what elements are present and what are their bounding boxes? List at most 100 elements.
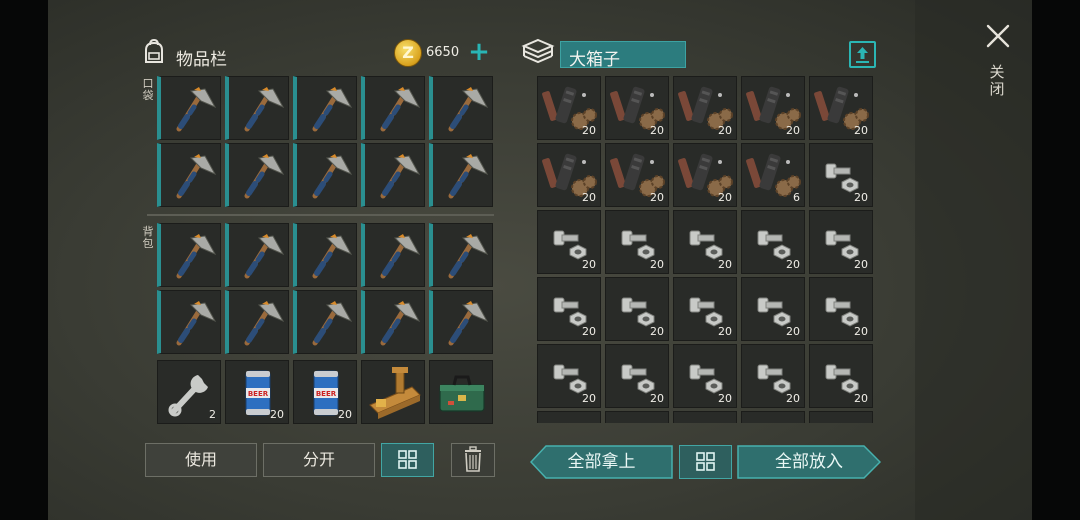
inventory-slot[interactable] <box>225 76 289 140</box>
item-quantity: 20 <box>786 325 800 338</box>
chest-slot[interactable]: 20 <box>741 344 805 408</box>
chest-slot[interactable]: 20 <box>809 344 873 408</box>
chest-slot[interactable]: 20 <box>537 277 601 341</box>
item-quantity: 20 <box>650 124 664 137</box>
inventory-slot[interactable] <box>361 76 425 140</box>
chest-slot-partial[interactable] <box>537 411 601 423</box>
inventory-slot[interactable] <box>157 290 221 354</box>
sort-chest-button[interactable] <box>679 445 732 479</box>
item-quantity: 20 <box>338 408 352 421</box>
inventory-slot[interactable] <box>293 76 357 140</box>
inventory-slot[interactable]: 2 <box>157 360 221 424</box>
item-quantity: 6 <box>793 191 800 204</box>
inventory-slot[interactable]: BEER 20 <box>225 360 289 424</box>
upload-button[interactable] <box>849 41 876 68</box>
item-quantity: 20 <box>718 258 732 271</box>
chest-slot[interactable]: 20 <box>673 344 737 408</box>
chest-slot[interactable]: 20 <box>809 277 873 341</box>
item-quantity: 20 <box>854 392 868 405</box>
chest-slot[interactable]: 20 <box>673 143 737 207</box>
chest-slot[interactable]: 20 <box>605 344 669 408</box>
chest-slot[interactable]: 6 <box>741 143 805 207</box>
crafting-bench-icon <box>369 367 421 419</box>
inventory-slot[interactable] <box>429 290 493 354</box>
inventory-slot[interactable] <box>361 143 425 207</box>
chest-slot[interactable]: 20 <box>605 76 669 140</box>
inventory-slot[interactable] <box>361 223 425 287</box>
inventory-slot[interactable] <box>429 76 493 140</box>
inventory-slot[interactable] <box>293 223 357 287</box>
axe-icon <box>176 234 217 279</box>
chest-slot[interactable]: 20 <box>673 76 737 140</box>
inventory-slot[interactable] <box>157 223 221 287</box>
item-quantity: 2 <box>209 408 216 421</box>
pocket-label: 口袋 <box>142 77 154 102</box>
sort-inventory-button[interactable] <box>381 443 434 477</box>
grid-icon <box>398 450 417 469</box>
axe-icon <box>244 234 285 279</box>
axe-icon <box>176 154 217 199</box>
coin-icon: Z <box>394 39 422 67</box>
item-quantity: 20 <box>650 392 664 405</box>
chest-slot[interactable]: 20 <box>537 76 601 140</box>
chest-slot-partial[interactable] <box>741 411 805 423</box>
chest-slot-partial[interactable] <box>673 411 737 423</box>
inventory-slot[interactable] <box>293 290 357 354</box>
inventory-slot[interactable] <box>361 290 425 354</box>
inventory-slot[interactable] <box>429 360 493 424</box>
item-quantity: 20 <box>718 325 732 338</box>
put-all-button[interactable]: 全部放入 <box>737 445 881 479</box>
item-quantity: 20 <box>650 258 664 271</box>
inventory-slot[interactable] <box>157 143 221 207</box>
close-icon[interactable] <box>984 22 1012 50</box>
item-quantity: 20 <box>786 258 800 271</box>
inventory-slot[interactable]: BEER 20 <box>293 360 357 424</box>
svg-text:BEER: BEER <box>248 390 269 398</box>
chest-slot[interactable]: 20 <box>741 76 805 140</box>
chest-slot[interactable]: 20 <box>673 277 737 341</box>
item-quantity: 20 <box>650 325 664 338</box>
take-all-button[interactable]: 全部拿上 <box>530 445 673 479</box>
chest-slot[interactable]: 20 <box>741 277 805 341</box>
chest-slot[interactable]: 20 <box>673 210 737 274</box>
item-quantity: 20 <box>786 392 800 405</box>
letterbox-left <box>0 0 48 520</box>
inventory-slot[interactable] <box>225 290 289 354</box>
chest-slot[interactable]: 20 <box>605 143 669 207</box>
chest-slot[interactable]: 20 <box>809 76 873 140</box>
item-quantity: 20 <box>786 124 800 137</box>
inventory-slot[interactable] <box>225 143 289 207</box>
chest-slot[interactable]: 20 <box>605 210 669 274</box>
close-label[interactable]: 关闭 <box>988 64 1006 98</box>
inventory-slot[interactable] <box>361 360 425 424</box>
chest-slot[interactable]: 20 <box>537 344 601 408</box>
inventory-slot[interactable] <box>293 143 357 207</box>
axe-icon <box>312 154 353 199</box>
chest-slot[interactable]: 20 <box>537 210 601 274</box>
inventory-slot[interactable] <box>429 143 493 207</box>
inventory-slot[interactable] <box>225 223 289 287</box>
svg-text:BEER: BEER <box>316 390 337 398</box>
split-button[interactable]: 分开 <box>263 443 375 477</box>
add-money-button[interactable]: + <box>466 39 492 66</box>
item-quantity: 20 <box>718 191 732 204</box>
inventory-slot[interactable] <box>157 76 221 140</box>
chest-slot[interactable]: 20 <box>809 210 873 274</box>
section-divider <box>147 214 494 216</box>
delete-button[interactable] <box>451 443 495 477</box>
inventory-slot[interactable] <box>429 223 493 287</box>
item-quantity: 20 <box>718 392 732 405</box>
item-quantity: 20 <box>582 191 596 204</box>
item-quantity: 20 <box>650 191 664 204</box>
chest-slot[interactable]: 20 <box>537 143 601 207</box>
axe-icon <box>176 301 217 346</box>
use-button[interactable]: 使用 <box>145 443 257 477</box>
chest-slot-partial[interactable] <box>605 411 669 423</box>
chest-slot[interactable]: 20 <box>741 210 805 274</box>
upload-arrow-icon <box>856 47 869 63</box>
chest-slot[interactable]: 20 <box>605 277 669 341</box>
chest-slot-partial[interactable] <box>809 411 873 423</box>
axe-icon <box>380 154 421 199</box>
grid-icon <box>696 452 715 471</box>
chest-slot[interactable]: 20 <box>809 143 873 207</box>
